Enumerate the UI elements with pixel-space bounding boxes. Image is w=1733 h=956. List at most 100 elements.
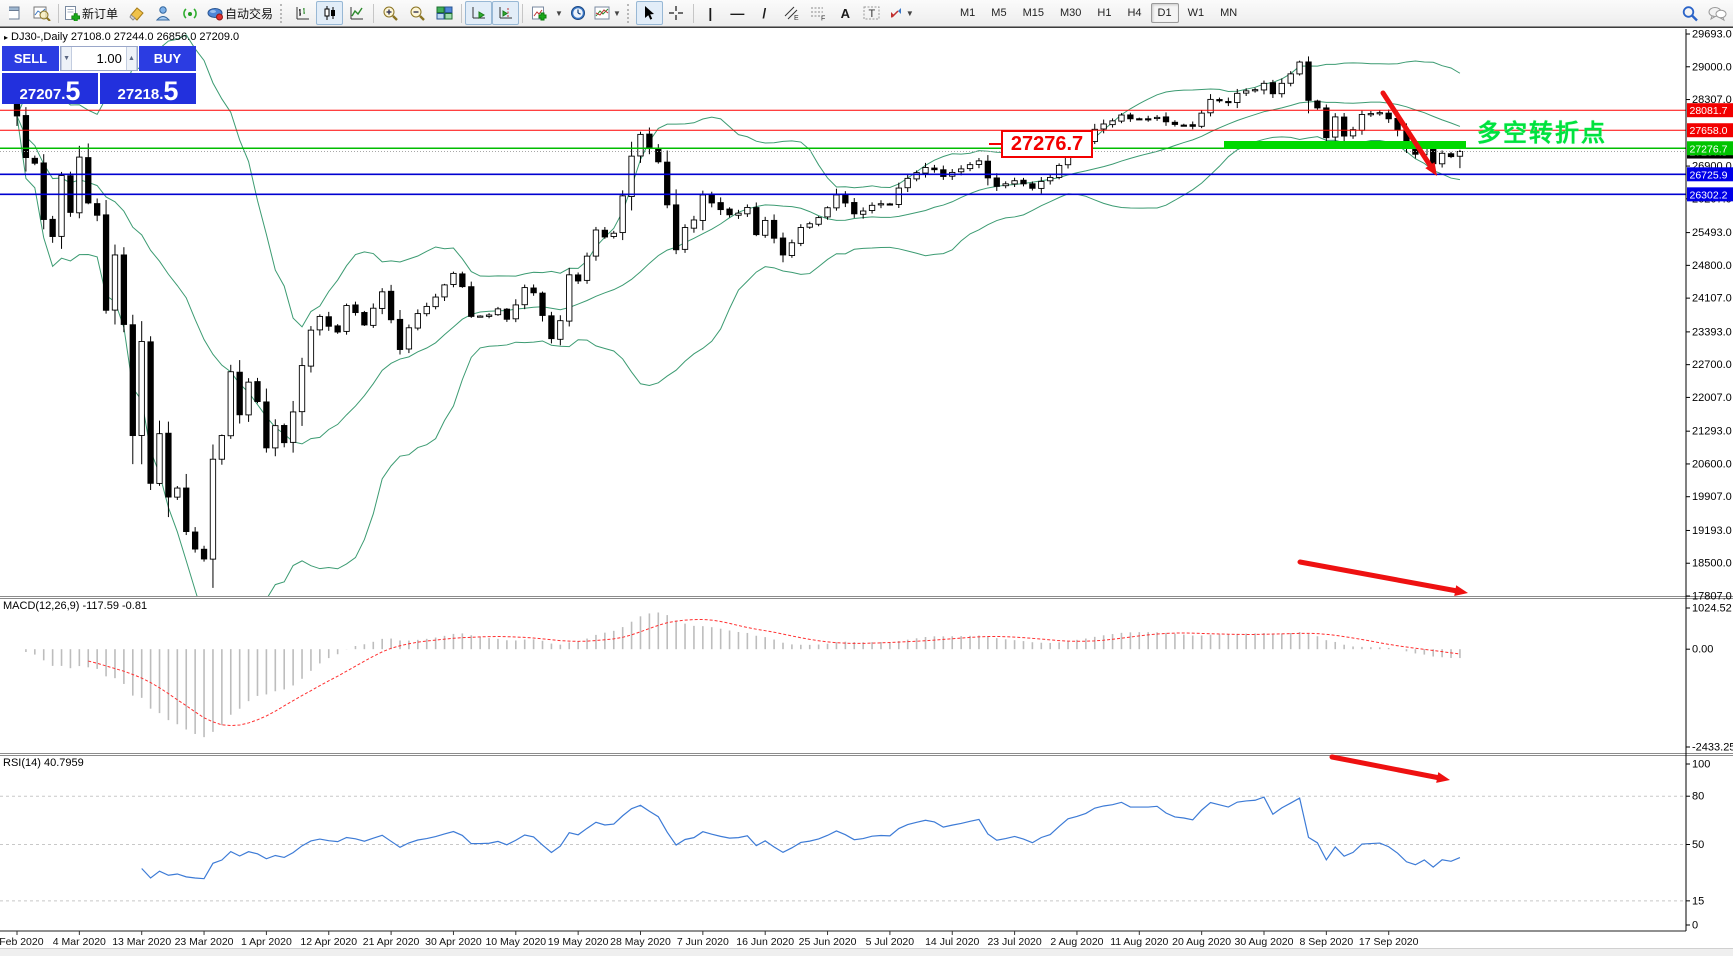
svg-text:80: 80 <box>1692 791 1704 803</box>
text-label-icon: T <box>863 5 881 21</box>
tab-timeframe-h1[interactable]: H1 <box>1090 3 1118 23</box>
price-chart-canvas[interactable]: 29693.029000.028307.026900.026207.025493… <box>0 28 1733 955</box>
tab-timeframe-m30[interactable]: M30 <box>1053 3 1088 23</box>
strategy-tester-button[interactable] <box>28 1 55 25</box>
buy-price[interactable]: 27218.5 <box>100 73 196 104</box>
svg-text:11 Aug 2020: 11 Aug 2020 <box>1110 936 1168 948</box>
separator <box>461 4 462 23</box>
tab-timeframe-m1[interactable]: M1 <box>953 3 982 23</box>
zoom-out-icon <box>409 5 426 21</box>
zone-annotation-label[interactable]: 多空转折点 <box>1477 113 1607 148</box>
new-order-label: 新订单 <box>82 5 118 22</box>
new-order-button[interactable]: 新订单 <box>62 1 123 25</box>
volume-down-button[interactable]: ▼ <box>61 47 72 70</box>
horizontal-line-icon: — <box>730 5 744 21</box>
label-tool-button[interactable]: T <box>859 1 886 25</box>
tab-timeframe-h4[interactable]: H4 <box>1120 3 1148 23</box>
timeframe-bar: M1M5M15M30H1H4D1W1MN <box>952 1 1245 25</box>
templates-button[interactable]: ▼ <box>592 1 625 25</box>
svg-text:23393.0: 23393.0 <box>1692 326 1732 338</box>
tab-timeframe-d1[interactable]: D1 <box>1151 3 1179 23</box>
line-chart-icon <box>349 5 365 21</box>
trendline-icon: / <box>762 5 766 21</box>
separator <box>627 4 632 23</box>
trendline-tool-button[interactable]: / <box>751 1 778 25</box>
tab-timeframe-m15[interactable]: M15 <box>1016 3 1051 23</box>
svg-text:30 Apr 2020: 30 Apr 2020 <box>425 936 482 948</box>
auto-scroll-button[interactable] <box>465 1 492 25</box>
horizontal-line-tool-button[interactable]: — <box>724 1 751 25</box>
cursor-tool-button[interactable] <box>636 1 663 25</box>
signals-button[interactable] <box>177 1 204 25</box>
auto-trading-button[interactable]: 自动交易 <box>204 1 278 25</box>
svg-text:12 Apr 2020: 12 Apr 2020 <box>300 936 357 948</box>
fibonacci-icon: F <box>810 5 827 21</box>
rsi-label: RSI(14) 40.7959 <box>3 757 84 769</box>
volume-up-button[interactable]: ▲ <box>126 47 137 70</box>
support-zone-band[interactable] <box>1224 141 1466 149</box>
vertical-line-tool-button[interactable]: | <box>697 1 724 25</box>
sell-button[interactable]: SELL <box>2 46 59 71</box>
zoom-in-button[interactable] <box>377 1 404 25</box>
fibonacci-tool-button[interactable]: F <box>805 1 832 25</box>
arrows-tool-button[interactable]: ▼ <box>886 1 918 25</box>
svg-text:23 Jul 2020: 23 Jul 2020 <box>987 936 1041 948</box>
equidistant-channel-icon: E <box>783 5 800 21</box>
bar-chart-button[interactable] <box>289 1 316 25</box>
macd-label: MACD(12,26,9) -117.59 -0.81 <box>3 600 147 612</box>
community-button[interactable] <box>150 1 177 25</box>
buy-price-pip: 5 <box>163 80 178 103</box>
svg-text:5 Jul 2020: 5 Jul 2020 <box>866 936 915 948</box>
svg-text:22007.0: 22007.0 <box>1692 392 1732 404</box>
search-icon <box>1681 5 1699 22</box>
chart-title-text: DJ30-,Daily 27108.0 27244.0 26856.0 2720… <box>11 31 239 43</box>
new-order-icon <box>64 5 81 21</box>
signal-icon <box>182 5 199 21</box>
indicators-caret-icon[interactable]: ▼ <box>555 9 563 18</box>
window-button[interactable] <box>1 1 28 25</box>
svg-text:26725.9: 26725.9 <box>1690 169 1728 181</box>
collapse-triangle-icon[interactable]: ▸ <box>4 33 8 42</box>
indicators-button[interactable] <box>526 1 553 25</box>
svg-text:28 May 2020: 28 May 2020 <box>610 936 671 948</box>
svg-text:0: 0 <box>1692 920 1698 932</box>
svg-text:22700.0: 22700.0 <box>1692 359 1732 371</box>
zoom-out-button[interactable] <box>404 1 431 25</box>
candlestick-chart-icon <box>322 5 338 21</box>
line-chart-button[interactable] <box>343 1 370 25</box>
svg-text:19907.0: 19907.0 <box>1692 491 1732 503</box>
price-callout[interactable]: 27276.7 <box>1001 130 1093 158</box>
separator <box>280 4 285 23</box>
tab-timeframe-w1[interactable]: W1 <box>1181 3 1212 23</box>
volume-input[interactable] <box>72 47 126 70</box>
svg-text:T: T <box>869 8 876 20</box>
text-tool-button[interactable]: A <box>832 1 859 25</box>
chat-button[interactable] <box>1703 1 1730 25</box>
svg-text:10 May 2020: 10 May 2020 <box>485 936 546 948</box>
svg-text:1 Apr 2020: 1 Apr 2020 <box>241 936 292 948</box>
separator <box>58 4 59 23</box>
tab-timeframe-m5[interactable]: M5 <box>984 3 1013 23</box>
tab-timeframe-mn[interactable]: MN <box>1213 3 1244 23</box>
candlestick-chart-button[interactable] <box>316 1 343 25</box>
svg-text:50: 50 <box>1692 839 1704 851</box>
sell-price-int: 27207 <box>20 86 62 103</box>
svg-text:27276.7: 27276.7 <box>1690 143 1728 155</box>
svg-text:19193.0: 19193.0 <box>1692 525 1732 537</box>
sell-price[interactable]: 27207.5 <box>2 73 98 104</box>
eraser-button[interactable] <box>123 1 150 25</box>
svg-text:20 Aug 2020: 20 Aug 2020 <box>1172 936 1231 948</box>
buy-button[interactable]: BUY <box>139 46 196 71</box>
svg-text:F: F <box>821 16 825 22</box>
svg-text:-2433.25: -2433.25 <box>1692 741 1733 753</box>
auto-scroll-icon <box>471 5 487 21</box>
channel-tool-button[interactable]: E <box>778 1 805 25</box>
crosshair-icon <box>668 5 684 21</box>
svg-text:E: E <box>794 15 799 21</box>
crosshair-tool-button[interactable] <box>663 1 690 25</box>
templates-caret-icon: ▼ <box>613 9 621 18</box>
chart-shift-button[interactable] <box>492 1 519 25</box>
search-button[interactable] <box>1676 1 1703 25</box>
period-button[interactable] <box>565 1 592 25</box>
tile-windows-button[interactable] <box>431 1 458 25</box>
